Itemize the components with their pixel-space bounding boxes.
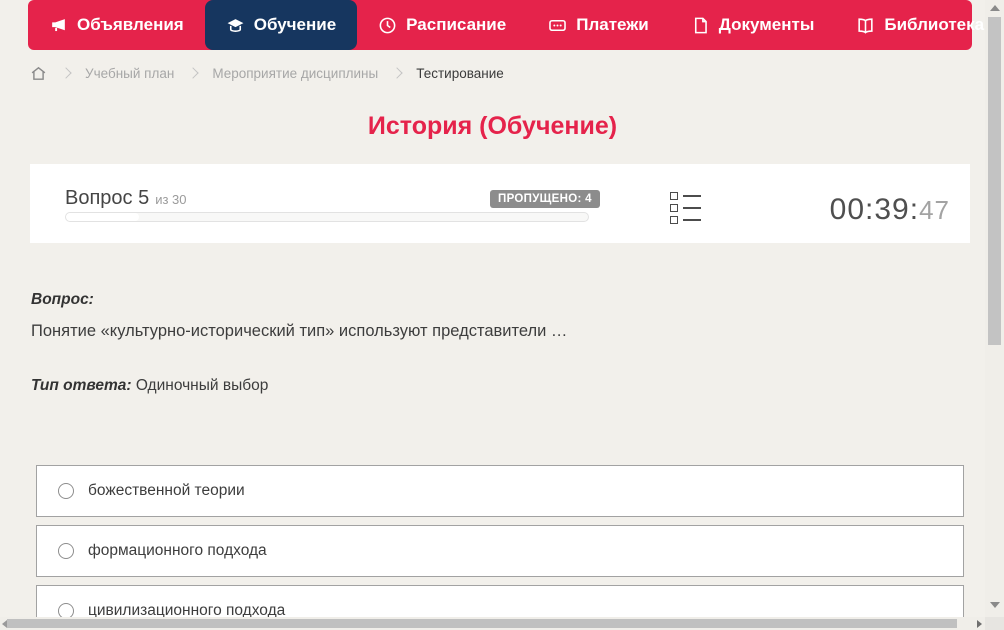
page-title: История (Обучение) [367, 112, 618, 140]
nav-label: Документы [718, 15, 815, 34]
question-header-card: Вопрос 5 из 30 ПРОПУЩЕНО: 4 00:39:47 [30, 164, 970, 243]
question-text: Понятие «культурно-исторический тип» исп… [31, 322, 568, 340]
nav-item-payments[interactable]: Платежи [527, 0, 670, 50]
nav-item-learning[interactable]: Обучение [204, 0, 358, 50]
question-heading: Вопрос: [31, 291, 94, 308]
breadcrumb-item-curriculum[interactable]: Учебный план [85, 66, 174, 81]
option-label: божественной теории [88, 482, 245, 499]
payment-card-icon [549, 19, 567, 31]
answer-options: божественной теории формационного подход… [36, 465, 964, 630]
option-label: формационного подхода [88, 542, 267, 559]
question-block: Вопрос: Понятие «культурно-исторический … [31, 291, 961, 341]
vertical-scrollbar-thumb[interactable] [988, 17, 1001, 345]
clock-icon [379, 17, 396, 33]
breadcrumb-item-testing: Тестирование [416, 65, 504, 81]
nav-item-documents[interactable]: Документы [670, 0, 836, 50]
megaphone-icon [52, 18, 65, 31]
nav-item-announcements[interactable]: Объявления [28, 0, 205, 50]
nav-item-schedule[interactable]: Расписание [357, 0, 527, 50]
scrollbar-corner [985, 617, 1004, 630]
nav-label: Библиотека [884, 15, 985, 34]
home-icon[interactable] [30, 65, 47, 82]
progress-fill [66, 213, 140, 221]
question-total: из 30 [155, 192, 187, 207]
question-number: Вопрос 5 из 30 [65, 187, 187, 210]
nav-item-library[interactable]: Библиотека [835, 0, 1004, 50]
breadcrumb: Учебный план Мероприятие дисциплины Тест… [30, 60, 504, 86]
horizontal-scrollbar[interactable] [0, 617, 985, 630]
scroll-right-arrow-icon[interactable] [977, 620, 982, 628]
answer-type-label: Тип ответа: [31, 377, 132, 394]
chevron-right-icon [187, 67, 199, 79]
question-list-icon[interactable] [670, 192, 701, 224]
scroll-down-arrow-icon[interactable] [990, 602, 1000, 608]
chevron-right-icon [60, 67, 72, 79]
vertical-scrollbar[interactable] [985, 0, 1004, 617]
book-icon [858, 17, 873, 34]
timer-hours-minutes: 00:39: [829, 193, 920, 226]
answer-type-line: Тип ответа: Одиночный выбор [31, 377, 268, 395]
nav-label: Обучение [253, 15, 337, 34]
horizontal-scrollbar-thumb[interactable] [7, 619, 957, 628]
countdown-timer: 00:39:47 [830, 193, 950, 227]
quiz-page: Объявления Обучение Расписание Платежи Д… [0, 0, 1004, 630]
chevron-right-icon [391, 67, 403, 79]
breadcrumb-item-discipline-event[interactable]: Мероприятие дисциплины [212, 66, 378, 81]
main-navbar: Объявления Обучение Расписание Платежи Д… [28, 0, 1004, 50]
timer-seconds: 47 [919, 195, 950, 225]
question-number-label: Вопрос 5 [65, 187, 150, 209]
graduation-cap-icon [227, 18, 244, 32]
question-progress-bar [65, 212, 589, 222]
nav-label: Платежи [576, 15, 649, 34]
radio-button-icon[interactable] [58, 483, 74, 499]
scroll-up-arrow-icon[interactable] [990, 5, 1000, 11]
answer-option[interactable]: божественной теории [36, 465, 964, 517]
skipped-badge: ПРОПУЩЕНО: 4 [490, 190, 600, 208]
answer-type-value: Одиночный выбор [135, 377, 269, 394]
nav-label: Расписание [406, 15, 507, 34]
document-icon [694, 17, 707, 33]
nav-label: Объявления [77, 15, 184, 34]
radio-button-icon[interactable] [58, 543, 74, 559]
answer-option[interactable]: формационного подхода [36, 525, 964, 577]
